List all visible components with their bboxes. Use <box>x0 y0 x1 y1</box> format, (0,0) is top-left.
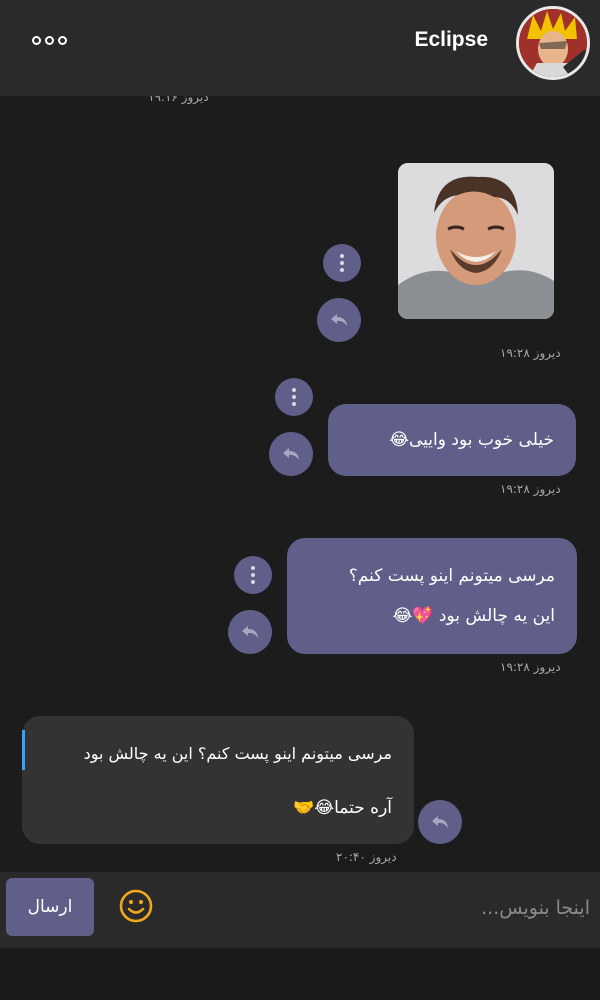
reply-icon <box>432 816 448 828</box>
message-text-line-2: این یه چالش بود 💖😂 <box>392 606 555 626</box>
reply-icon <box>242 626 258 638</box>
quoted-message-text: مرسی میتونم اینو پست کنم؟ این یه چالش بو… <box>83 744 392 763</box>
chat-header: Eclipse <box>0 0 600 96</box>
incoming-message-bubble[interactable]: مرسی میتونم اینو پست کنم؟ این یه چالش بو… <box>22 716 414 844</box>
chat-message-list[interactable]: دیروز ۱۹:۱۶ دیروز ۱۹:۲۸ خیلی خوب بود وای… <box>0 96 600 872</box>
more-vertical-icon <box>251 566 255 584</box>
reply-button[interactable] <box>228 610 272 654</box>
message-text: آره حتما😂🤝 <box>293 798 392 818</box>
reply-button[interactable] <box>317 298 361 342</box>
message-image[interactable] <box>398 163 554 319</box>
reply-icon <box>331 314 347 326</box>
contact-name[interactable]: Eclipse <box>414 28 488 52</box>
message-options-button[interactable] <box>275 378 313 416</box>
message-text-line-1: مرسی میتونم اینو پست کنم؟ <box>348 566 555 586</box>
more-vertical-icon <box>340 254 344 272</box>
message-composer: ارسال <box>0 872 600 948</box>
reply-button[interactable] <box>269 432 313 476</box>
bottom-bar <box>0 948 600 1000</box>
quote-indicator <box>22 730 25 770</box>
send-button[interactable]: ارسال <box>6 878 94 936</box>
message-timestamp: دیروز ۲۰:۴۰ <box>336 850 397 864</box>
message-timestamp: دیروز ۱۹:۲۸ <box>500 346 561 360</box>
reply-button[interactable] <box>418 800 462 844</box>
emoji-icon[interactable] <box>118 888 154 924</box>
contact-avatar[interactable] <box>516 6 590 80</box>
outgoing-message-bubble[interactable]: خیلی خوب بود واییی😂 <box>328 404 576 476</box>
reply-icon <box>283 448 299 460</box>
message-timestamp: دیروز ۱۹:۲۸ <box>500 660 561 674</box>
more-options-icon[interactable] <box>32 32 68 48</box>
message-options-button[interactable] <box>234 556 272 594</box>
message-timestamp: دیروز ۱۹:۱۶ <box>148 96 209 104</box>
message-text: خیلی خوب بود واییی😂 <box>389 430 554 450</box>
more-vertical-icon <box>292 388 296 406</box>
message-options-button[interactable] <box>323 244 361 282</box>
message-input[interactable] <box>180 880 592 936</box>
outgoing-message-bubble[interactable]: مرسی میتونم اینو پست کنم؟ این یه چالش بو… <box>287 538 577 654</box>
message-timestamp: دیروز ۱۹:۲۸ <box>500 482 561 496</box>
